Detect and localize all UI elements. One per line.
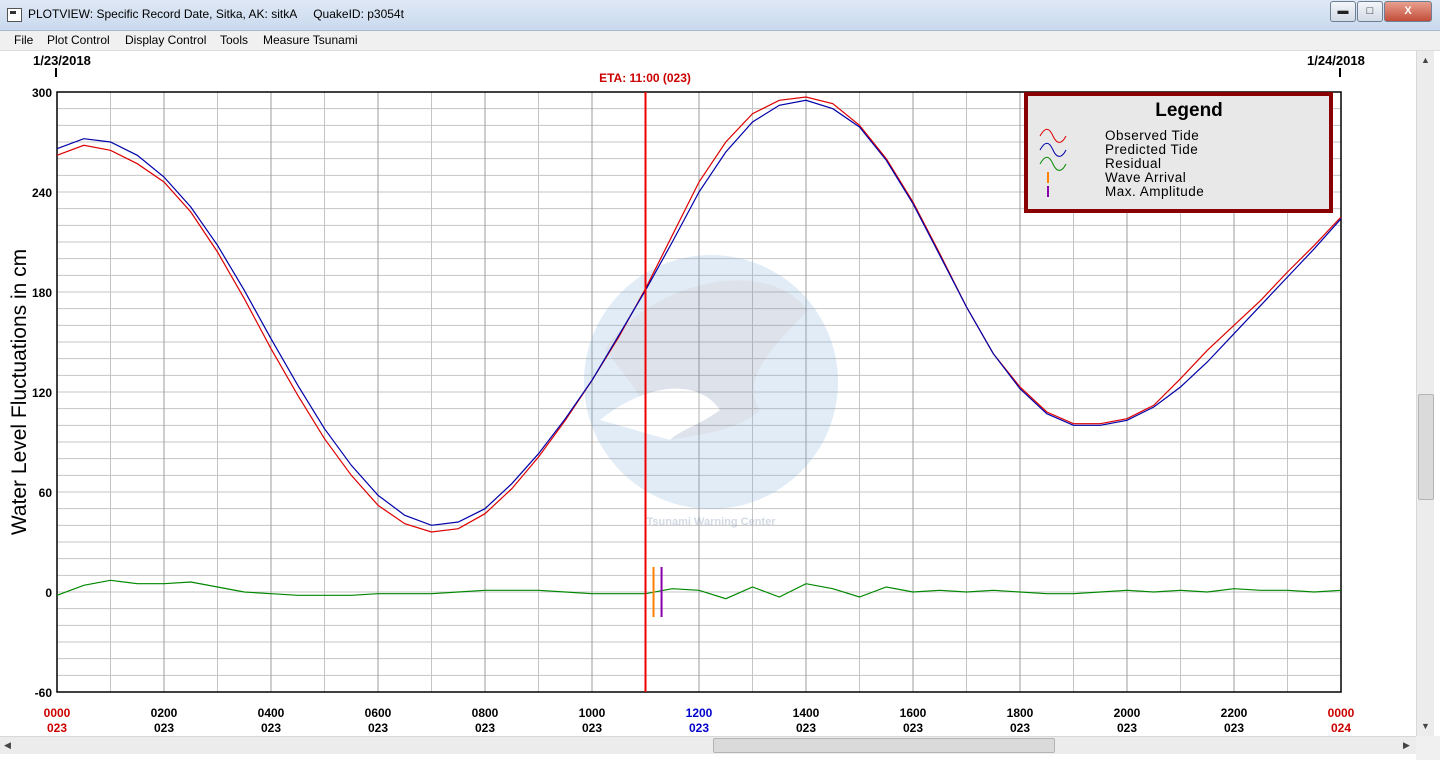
close-button[interactable]: X (1384, 1, 1432, 22)
x-tick-time: 1800 (1007, 706, 1034, 720)
y-tick-180: 180 (32, 286, 52, 300)
x-tick-day: 023 (154, 721, 174, 735)
tide-chart: Tsunami Warning Center 300 240 180 120 6… (8, 53, 1365, 735)
minimize-button[interactable]: ▬ (1330, 1, 1356, 22)
y-tick-300: 300 (32, 86, 52, 100)
y-axis-ticks: 300 240 180 120 60 0 -60 (32, 86, 52, 700)
x-tick-day: 023 (47, 721, 67, 735)
end-date-label: 1/24/2018 (1307, 53, 1365, 68)
x-tick-time: 0200 (151, 706, 178, 720)
x-tick-time: 1400 (793, 706, 820, 720)
menu-file[interactable]: File (14, 33, 33, 47)
x-tick-time: 0000 (1328, 706, 1355, 720)
scroll-up-arrow-icon[interactable]: ▲ (1421, 55, 1430, 65)
vertical-scrollbar[interactable]: ▲ ▼ (1416, 51, 1434, 736)
x-tick-time: 1600 (900, 706, 927, 720)
legend-item-label: Predicted Tide (1105, 142, 1198, 157)
x-tick-time: 0400 (258, 706, 285, 720)
horizontal-scrollbar[interactable]: ◀ ▶ (0, 736, 1416, 754)
legend-title: Legend (1155, 100, 1223, 121)
x-axis-ticks: 0000023020002304000230600023080002310000… (44, 706, 1355, 735)
x-tick-day: 023 (475, 721, 495, 735)
x-tick-time: 0600 (365, 706, 392, 720)
y-tick-240: 240 (32, 186, 52, 200)
x-tick-day: 023 (582, 721, 602, 735)
scroll-right-arrow-icon[interactable]: ▶ (1403, 740, 1410, 751)
y-axis-label: Water Level Fluctuations in cm (8, 249, 31, 535)
x-tick-day: 024 (1331, 721, 1351, 735)
x-tick-day: 023 (261, 721, 281, 735)
app-icon (7, 8, 22, 22)
window-title: PLOTVIEW: Specific Record Date, Sitka, A… (28, 7, 404, 21)
x-tick-time: 1000 (579, 706, 606, 720)
x-tick-day: 023 (1010, 721, 1030, 735)
x-tick-time: 0000 (44, 706, 71, 720)
watermark-logo: Tsunami Warning Center (584, 255, 838, 528)
y-tick-60: 60 (39, 486, 53, 500)
x-tick-day: 023 (796, 721, 816, 735)
menu-plot-control[interactable]: Plot Control (47, 33, 110, 47)
x-tick-day: 023 (1224, 721, 1244, 735)
watermark-text: Tsunami Warning Center (647, 516, 777, 528)
scroll-down-arrow-icon[interactable]: ▼ (1421, 721, 1430, 731)
legend-item-label: Max. Amplitude (1105, 184, 1204, 199)
legend-item-label: Wave Arrival (1105, 170, 1186, 185)
legend: Legend Observed TidePredicted TideResidu… (1024, 92, 1333, 213)
legend-item-label: Residual (1105, 156, 1162, 171)
eta-label: ETA: 11:00 (023) (599, 71, 691, 85)
legend-item-label: Observed Tide (1105, 128, 1199, 143)
x-tick-time: 1200 (686, 706, 713, 720)
x-tick-day: 023 (689, 721, 709, 735)
y-tick-0: 0 (45, 586, 52, 600)
horizontal-scroll-thumb[interactable] (713, 738, 1055, 753)
window-title-bar: PLOTVIEW: Specific Record Date, Sitka, A… (0, 0, 1440, 31)
y-tick-minus-60: -60 (35, 686, 53, 700)
menu-measure-tsunami[interactable]: Measure Tsunami (263, 33, 358, 47)
x-tick-day: 023 (1117, 721, 1137, 735)
y-tick-120: 120 (32, 386, 52, 400)
menu-bar: File Plot Control Display Control Tools … (0, 31, 1440, 51)
vertical-scroll-thumb[interactable] (1418, 394, 1434, 500)
menu-tools[interactable]: Tools (220, 33, 248, 47)
start-date-label: 1/23/2018 (33, 53, 91, 68)
maximize-button[interactable]: □ (1357, 1, 1383, 22)
x-tick-time: 2200 (1221, 706, 1248, 720)
menu-display-control[interactable]: Display Control (125, 33, 206, 47)
scroll-left-arrow-icon[interactable]: ◀ (4, 740, 11, 751)
scrollbar-corner (1416, 736, 1440, 760)
x-tick-time: 2000 (1114, 706, 1141, 720)
x-tick-day: 023 (368, 721, 388, 735)
x-tick-time: 0800 (472, 706, 499, 720)
x-tick-day: 023 (903, 721, 923, 735)
